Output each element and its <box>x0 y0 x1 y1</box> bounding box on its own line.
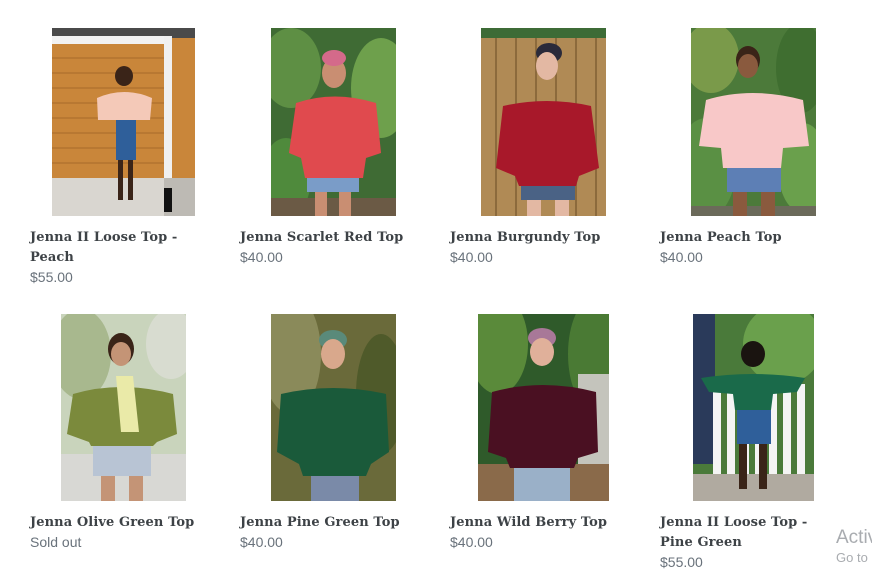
product-price: $40.00 <box>660 249 703 265</box>
product-image[interactable] <box>481 28 606 216</box>
product-title[interactable]: Jenna II Loose Top - Pine Green <box>660 513 840 553</box>
product-image[interactable] <box>691 28 816 216</box>
product-title[interactable]: Jenna Burgundy Top <box>450 228 630 248</box>
product-title[interactable]: Jenna II Loose Top - Peach <box>30 228 210 268</box>
product-title[interactable]: Jenna Peach Top <box>660 228 840 248</box>
product-price: $40.00 <box>240 534 283 550</box>
product-price: $55.00 <box>660 554 703 570</box>
watermark-line: Activ <box>836 527 872 548</box>
product-image[interactable] <box>271 28 396 216</box>
product-price: $40.00 <box>450 534 493 550</box>
watermark-line: Go to <box>836 550 868 565</box>
product-price: $40.00 <box>240 249 283 265</box>
product-price: $40.00 <box>450 249 493 265</box>
product-title[interactable]: Jenna Scarlet Red Top <box>240 228 420 248</box>
product-title[interactable]: Jenna Pine Green Top <box>240 513 420 533</box>
product-image[interactable] <box>693 314 814 501</box>
product-title[interactable]: Jenna Olive Green Top <box>30 513 210 533</box>
product-title[interactable]: Jenna Wild Berry Top <box>450 513 630 533</box>
product-image[interactable] <box>52 28 195 216</box>
product-image[interactable] <box>478 314 609 501</box>
activate-windows-watermark: Activ Go to <box>836 527 872 567</box>
product-price: Sold out <box>30 534 82 550</box>
product-price: $55.00 <box>30 269 73 285</box>
product-image[interactable] <box>271 314 396 501</box>
product-image[interactable] <box>61 314 186 501</box>
